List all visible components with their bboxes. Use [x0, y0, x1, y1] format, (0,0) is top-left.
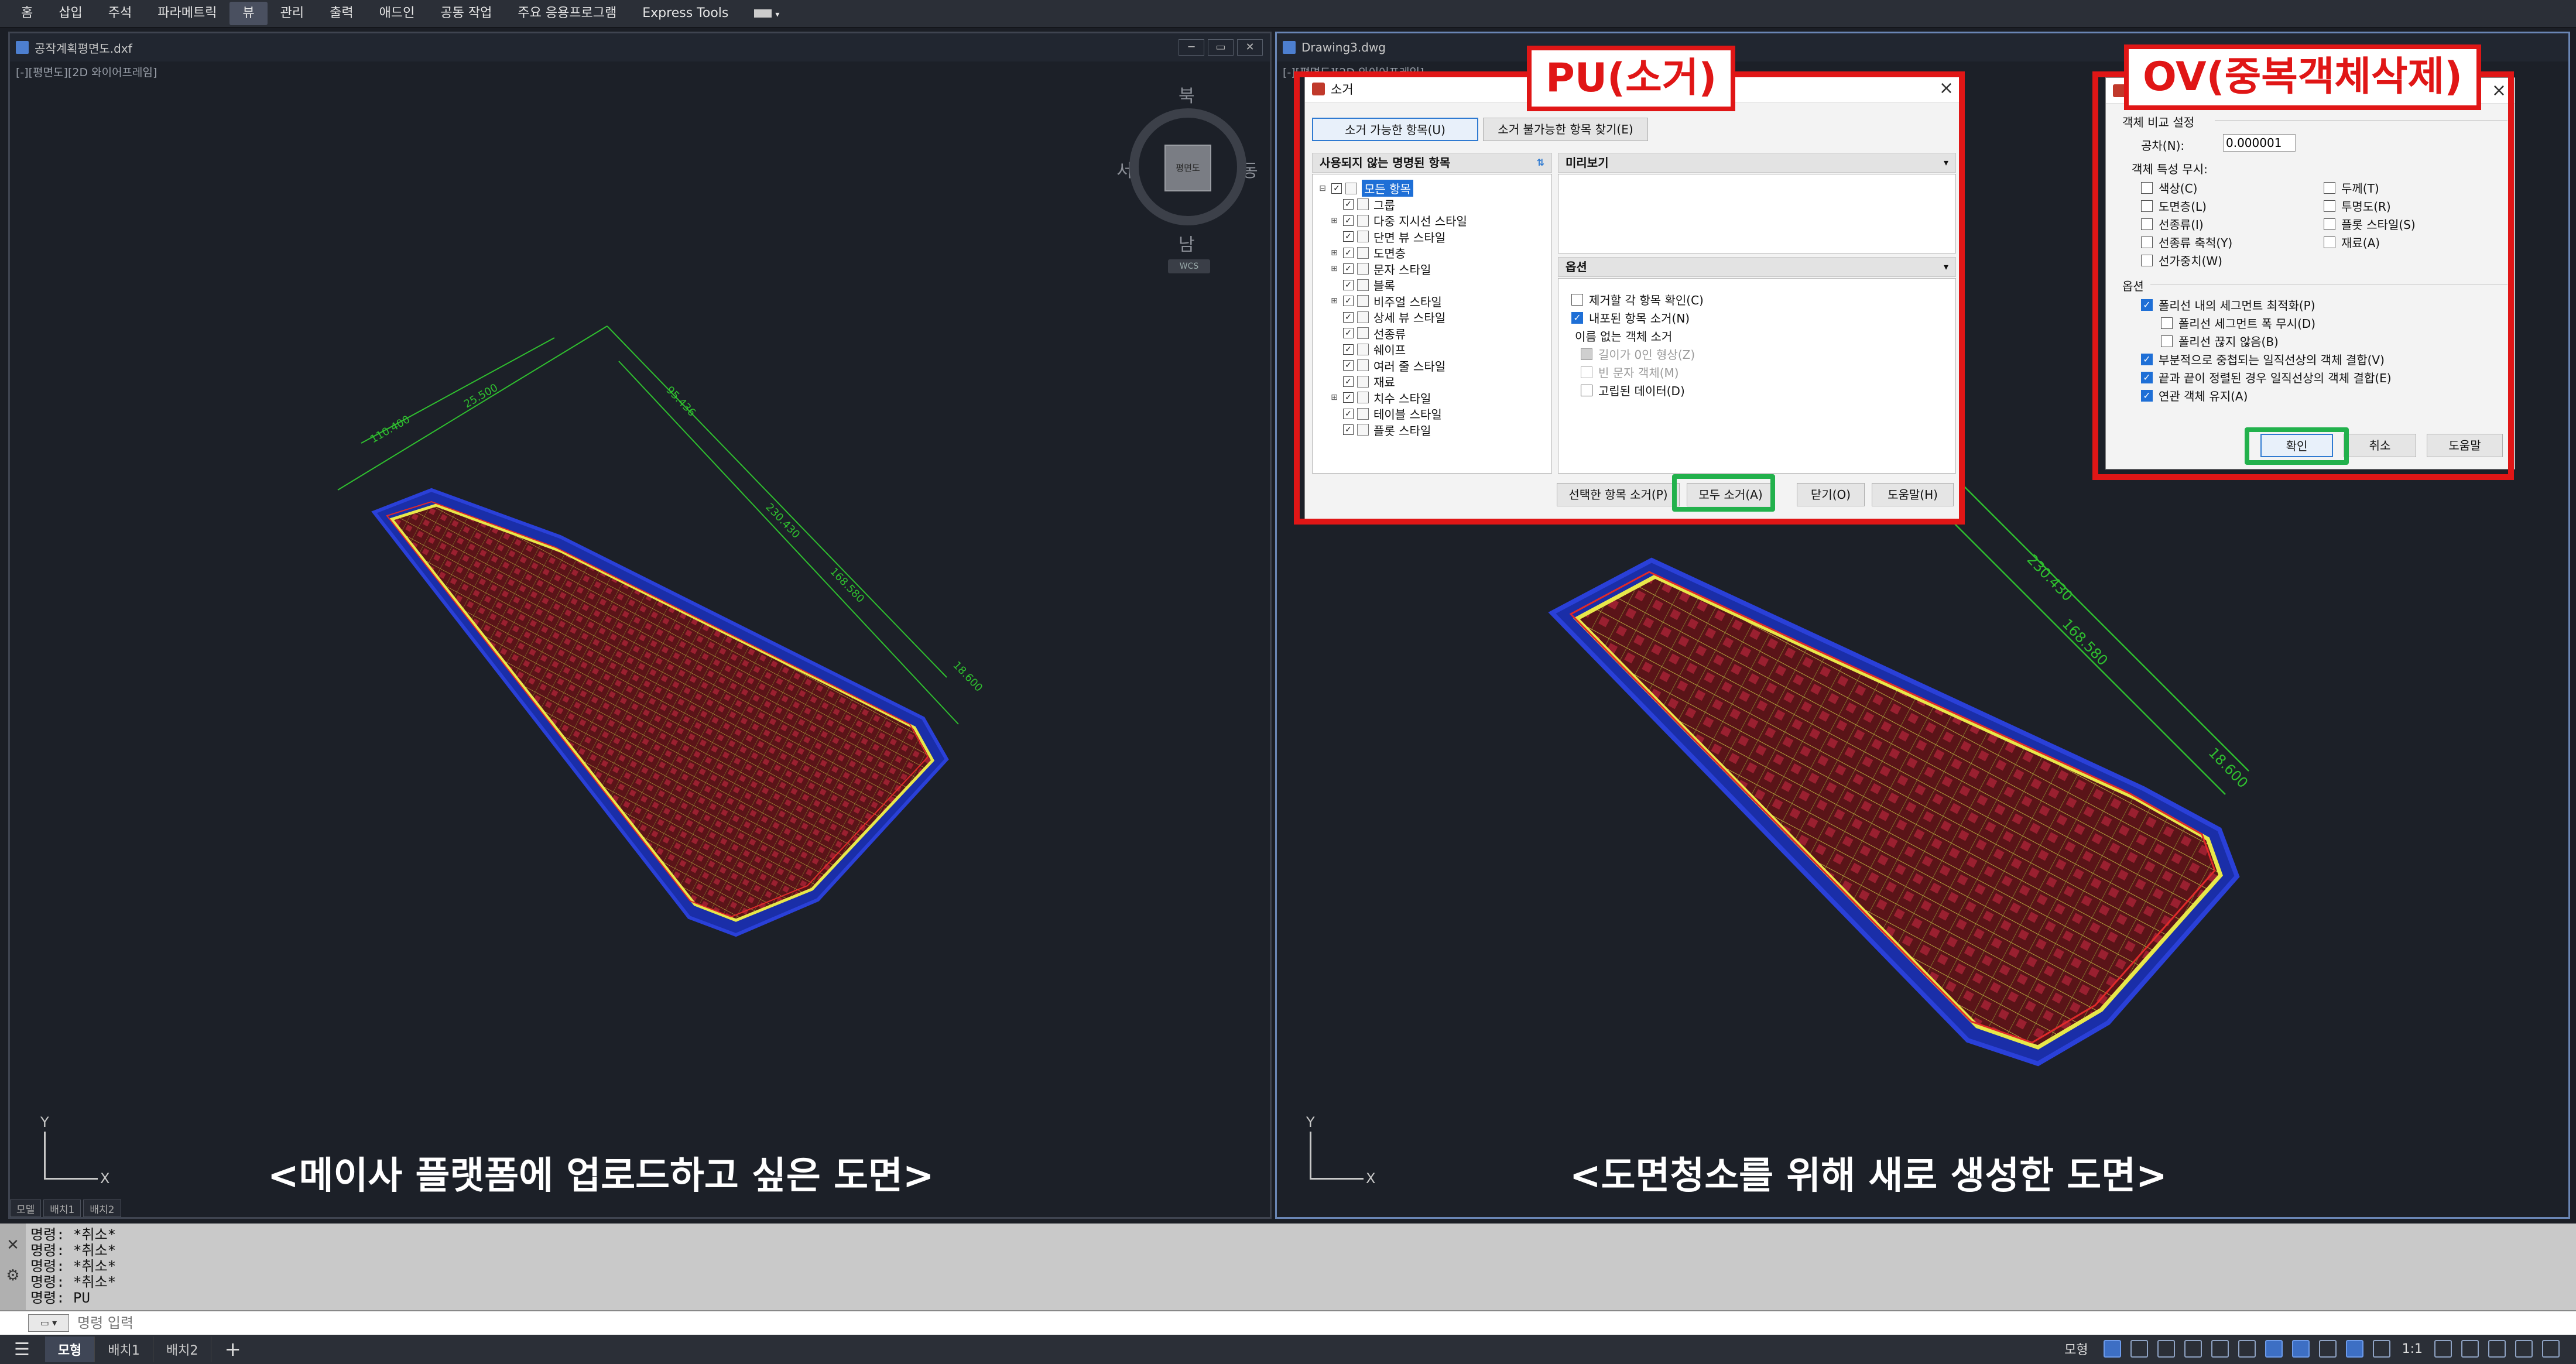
menu-icon[interactable]: ☰ — [14, 1339, 30, 1360]
ucs-icon: Y X — [40, 1114, 110, 1187]
layout-tab-model[interactable]: 모형 — [44, 1336, 95, 1362]
dimension-text: 25.500 — [462, 382, 500, 411]
polar-icon[interactable] — [2184, 1340, 2202, 1358]
object-snap-tracking-icon[interactable] — [2238, 1340, 2256, 1358]
dimension-text: 18.600 — [2205, 745, 2251, 791]
customize-menu-icon[interactable] — [2542, 1340, 2560, 1358]
clean-screen-icon[interactable] — [2515, 1340, 2533, 1358]
left-site-plan-drawing: 25.500 230.430 168.580 95.436 110.400 18… — [337, 325, 985, 937]
left-drawing-viewport[interactable]: 공작계획평면도.dxf ─ ▭ ✕ [-][평면도][2D 와이어프레임] 25… — [8, 32, 1272, 1219]
ribbon-tab-bar: 홈 삽입 주석 파라메트릭 뷰 관리 출력 애드인 공동 작업 주요 응용프로그… — [0, 0, 2576, 28]
chevron-down-icon: ▾ — [775, 10, 780, 19]
pu-annotation-label: PU(소거) — [1527, 46, 1736, 111]
ribbon-tab-parametric[interactable]: 파라메트릭 — [145, 2, 229, 25]
layout-tab-model[interactable]: 모델 — [10, 1200, 42, 1217]
command-history-lines: 명령: *취소* 명령: *취소* 명령: *취소* 명령: *취소* 명령: … — [30, 1227, 116, 1306]
ribbon-tab-insert[interactable]: 삽입 — [46, 2, 95, 25]
ribbon-tab-manage[interactable]: 관리 — [268, 2, 317, 25]
history-line: 명령: PU — [30, 1290, 90, 1306]
ribbon-tab-addins[interactable]: 애드인 — [366, 2, 428, 25]
auto-scale-icon[interactable] — [2372, 1340, 2390, 1358]
ucs-icon: Y X — [1306, 1114, 1376, 1187]
purge-all-highlight — [1672, 474, 1775, 512]
close-icon[interactable]: ✕ — [0, 1236, 26, 1254]
grid-icon[interactable] — [2103, 1340, 2121, 1358]
lineweight-icon[interactable] — [2291, 1340, 2310, 1358]
pu-highlight-frame — [1294, 71, 1965, 525]
autocad-window: 홈 삽입 주석 파라메트릭 뷰 관리 출력 애드인 공동 작업 주요 응용프로그… — [0, 0, 2576, 1364]
wrench-icon[interactable]: ⚙ — [0, 1267, 26, 1284]
command-history: ✕ ⚙ 명령: *취소* 명령: *취소* 명령: *취소* 명령: *취소* … — [0, 1224, 2576, 1310]
viewcube[interactable]: 북 서 동 남 평면도 WCS — [1116, 81, 1263, 273]
wcs-menu[interactable]: WCS — [1168, 259, 1210, 273]
viewcube-south[interactable]: 남 — [1179, 230, 1195, 256]
ov-highlight-frame — [2092, 71, 2514, 480]
plus-icon[interactable] — [2461, 1340, 2479, 1358]
command-side-strip: ✕ ⚙ — [0, 1224, 26, 1310]
ribbon-tab-express-tools[interactable]: Express Tools — [629, 2, 741, 25]
command-options-button[interactable]: ▭ ▾ — [28, 1314, 69, 1332]
layout-tab-1[interactable]: 배치1 — [43, 1200, 81, 1217]
dimension-text: 168.580 — [2059, 616, 2111, 669]
annotation-visibility-icon[interactable] — [2345, 1340, 2363, 1358]
status-tools: 모형 1:1 — [2064, 1339, 2564, 1358]
ribbon-tab-home[interactable]: 홈 — [8, 2, 46, 25]
history-line: 명령: *취소* — [30, 1274, 117, 1290]
viewcube-top-face[interactable]: 평면도 — [1164, 145, 1211, 191]
right-caption: <도면청소를 위해 새로 생성한 도면> — [1570, 1154, 2167, 1198]
history-line: 명령: *취소* — [30, 1226, 117, 1243]
command-line: ▭ ▾ — [0, 1310, 2576, 1335]
ov-annotation-label: OV(중복객체삭제) — [2124, 44, 2482, 110]
ortho-icon[interactable] — [2157, 1340, 2175, 1358]
layout-tab-2[interactable]: 배치2 — [83, 1200, 121, 1217]
ok-highlight — [2245, 427, 2349, 465]
history-line: 명령: *취소* — [30, 1258, 117, 1274]
left-caption: <메이사 플랫폼에 업로드하고 싶은 도면> — [268, 1154, 934, 1198]
dimension-text: 110.400 — [368, 413, 412, 445]
isolate-objects-icon[interactable] — [2488, 1340, 2506, 1358]
dimension-text: 168.580 — [827, 566, 866, 605]
layout-tabs: 모델 배치1 배치2 — [10, 1200, 186, 1217]
add-layout-icon[interactable]: + — [224, 1338, 241, 1361]
command-input[interactable] — [77, 1315, 780, 1331]
dimension-text: 18.600 — [950, 659, 985, 694]
isodraft-icon[interactable] — [2211, 1340, 2229, 1358]
ribbon-tab-annotate[interactable]: 주석 — [95, 2, 145, 25]
ribbon-tab-output[interactable]: 출력 — [317, 2, 366, 25]
model-space-label[interactable]: 모형 — [2064, 1339, 2088, 1358]
object-snap-icon[interactable] — [2265, 1340, 2283, 1358]
panel-toggle-icon — [754, 9, 772, 18]
gear-icon[interactable] — [2434, 1340, 2452, 1358]
dimension-text: 230.430 — [2024, 551, 2076, 605]
viewcube-north[interactable]: 북 — [1179, 81, 1195, 107]
ribbon-tab-featured-apps[interactable]: 주요 응용프로그램 — [505, 2, 629, 25]
ribbon-tab-collaborate[interactable]: 공동 작업 — [427, 2, 505, 25]
ribbon-panel-toggle[interactable]: ▾ — [741, 2, 792, 25]
transparency-icon[interactable] — [2318, 1340, 2337, 1358]
layout-tab-2[interactable]: 배치2 — [153, 1336, 212, 1362]
layout-tab-1[interactable]: 배치1 — [95, 1336, 153, 1362]
ribbon-tab-view[interactable]: 뷰 — [229, 2, 268, 25]
history-line: 명령: *취소* — [30, 1242, 117, 1259]
snap-icon[interactable] — [2130, 1340, 2148, 1358]
annotation-scale[interactable]: 1:1 — [2402, 1342, 2423, 1356]
status-bar: ☰ 모형 배치1 배치2 + 모형 1:1 — [0, 1335, 2576, 1364]
